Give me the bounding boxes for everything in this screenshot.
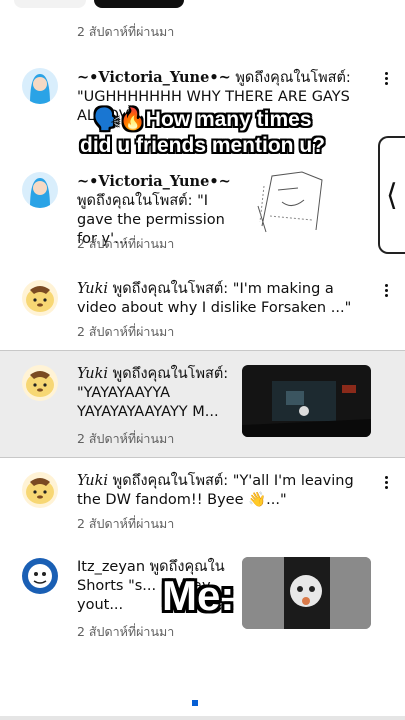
channel-name: ~•Victoria_Yune•~	[77, 173, 231, 190]
timestamp: 2 สัปดาห์ที่ผ่านมา	[77, 24, 175, 39]
kebab-menu-icon[interactable]	[381, 70, 391, 88]
notification-text: พูดถึงคุณในโพสต์: "Y'all I'm leaving the…	[77, 473, 354, 508]
notification-item[interactable]: Yuki พูดถึงคุณในโพสต์: "Y'all I'm leavin…	[0, 462, 405, 538]
avatar[interactable]	[22, 472, 58, 508]
bottom-divider	[0, 716, 405, 720]
avatar[interactable]	[22, 365, 58, 401]
channel-name: ~•Victoria_Yune•~	[77, 69, 231, 86]
avatar[interactable]	[22, 172, 58, 208]
notification-text: พูดถึงคุณในโพสต์: "I'm making a video ab…	[77, 281, 352, 316]
caption-line-2: did u friends mention u?	[80, 134, 325, 157]
filter-chip[interactable]	[14, 0, 86, 8]
timestamp: 2 สัปดาห์ที่ผ่านมา	[77, 624, 175, 639]
overlay-caption: 🗣️🔥How many times did u friends mention …	[0, 107, 405, 159]
notification-item[interactable]: Yuki พูดถึงคุณในโพสต์: "I'm making a vid…	[0, 270, 405, 350]
channel-name: Yuki	[77, 473, 109, 489]
notification-item-highlighted[interactable]: Yuki พูดถึงคุณในโพสต์: "YAYAYAAYYA YAYAY…	[0, 350, 405, 458]
loading-indicator	[192, 700, 198, 706]
video-thumbnail[interactable]	[242, 365, 371, 437]
channel-name: Itz_zeyan	[77, 559, 146, 575]
caption-line-1: How many times	[145, 108, 312, 131]
timestamp: 2 สัปดาห์ที่ผ่านมา	[77, 236, 175, 251]
kebab-menu-icon[interactable]	[381, 474, 391, 492]
avatar[interactable]	[22, 558, 58, 594]
filter-chip-selected[interactable]	[94, 0, 184, 8]
chevron-left-icon: ⟨	[386, 178, 398, 213]
avatar[interactable]	[22, 68, 58, 104]
sound-fire-icon: 🗣️🔥	[93, 108, 146, 131]
avatar[interactable]	[22, 280, 58, 316]
me-label: Me:	[162, 572, 235, 619]
shorts-thumbnail[interactable]	[242, 557, 371, 629]
kebab-menu-icon[interactable]	[381, 282, 391, 300]
channel-name: Yuki	[77, 366, 109, 382]
timestamp: 2 สัปดาห์ที่ผ่านมา	[77, 431, 175, 446]
post-thumbnail[interactable]	[242, 166, 371, 238]
timestamp: 2 สัปดาห์ที่ผ่านมา	[77, 324, 175, 339]
channel-name: Yuki	[77, 281, 109, 297]
side-panel-tab[interactable]: ⟨	[378, 136, 405, 254]
notification-item[interactable]: ~•Victoria_Yune•~ พูดถึงคุณในโพสต์: "I g…	[0, 162, 405, 251]
timestamp: 2 สัปดาห์ที่ผ่านมา	[77, 516, 175, 531]
filter-chips	[14, 0, 184, 8]
